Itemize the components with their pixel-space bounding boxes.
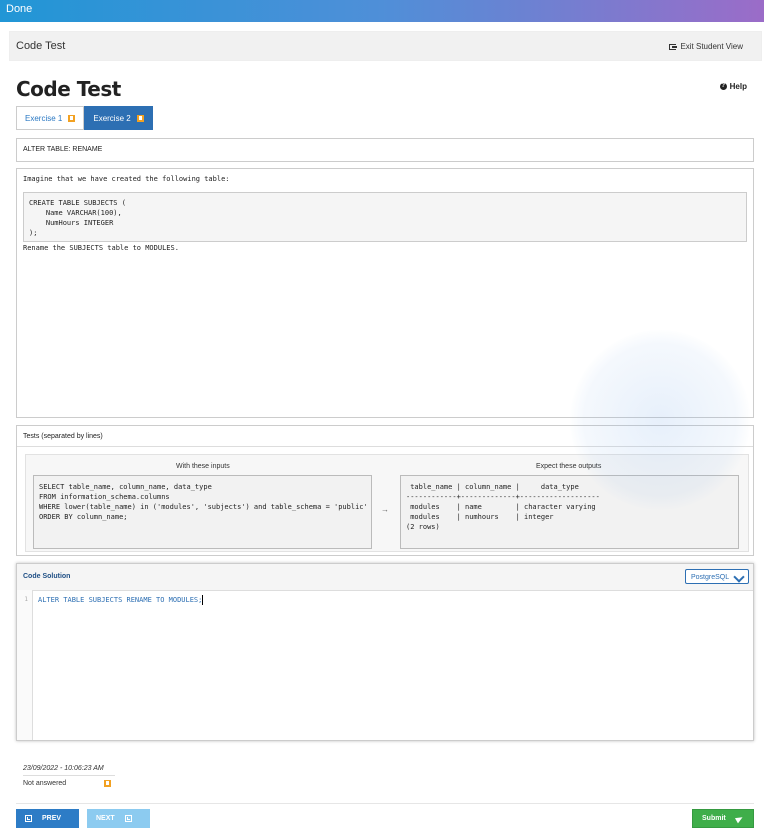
test-expected-output: table_name | column_name | data_type ---… [400, 475, 739, 549]
chevron-down-icon [733, 571, 745, 583]
sign-out-icon [669, 43, 678, 50]
next-button[interactable]: NEXT [87, 809, 150, 828]
question-circle-icon: ? [719, 83, 727, 90]
tests-header: Tests (separated by lines) [17, 426, 753, 447]
done-button[interactable]: Done [6, 3, 32, 15]
header-bar: Code Test Exit Student View [9, 31, 762, 61]
submit-label: Submit [702, 815, 726, 822]
answer-state-label: Not answered [23, 780, 67, 787]
arrow-left-square-icon [25, 815, 32, 822]
exercise-tabs: Exercise 1 Exercise 2 [16, 106, 153, 130]
tab-label: Exercise 2 [93, 113, 131, 123]
exercise-instruction: Rename the SUBJECTS table to MODULES. [23, 244, 179, 252]
exit-student-view-label: Exit Student View [680, 42, 743, 51]
arrow-right-icon: → [381, 505, 389, 514]
answer-state: Not answered [23, 780, 115, 787]
exercise-description: Imagine that we have created the followi… [16, 168, 754, 418]
code-solution-header: Code Solution PostgreSQL [17, 564, 753, 591]
header-title: Code Test [16, 40, 66, 52]
line-number: 1 [24, 596, 28, 603]
inputs-label: With these inputs [176, 463, 230, 470]
prev-button[interactable]: PREV [16, 809, 79, 828]
tab-exercise-1[interactable]: Exercise 1 [16, 106, 85, 130]
bookmark-icon[interactable] [104, 780, 112, 787]
prev-label: PREV [42, 815, 62, 822]
code-solution-panel: Code Solution PostgreSQL 1 ALTER TABLE S… [16, 563, 754, 741]
table-code-block: CREATE TABLE SUBJECTS ( Name VARCHAR(100… [23, 192, 747, 242]
help-label: Help [729, 82, 747, 91]
paper-plane-icon [734, 814, 744, 823]
footer-divider [16, 803, 754, 804]
submit-button[interactable]: Submit [692, 809, 754, 828]
next-label: NEXT [96, 815, 115, 822]
code-solution-label: Code Solution [23, 573, 71, 580]
arrow-right-square-icon [124, 815, 132, 822]
page-title: Code Test [16, 77, 121, 101]
language-value: PostgreSQL [691, 574, 730, 581]
exercise-intro: Imagine that we have created the followi… [23, 175, 230, 183]
submission-status: 23/09/2022 - 10:06:23 AM Not answered [23, 765, 115, 787]
tab-exercise-2[interactable]: Exercise 2 [84, 106, 153, 130]
tab-label: Exercise 1 [25, 113, 63, 123]
outputs-label: Expect these outputs [536, 463, 602, 470]
help-button[interactable]: ? Help [719, 82, 747, 91]
test-input: SELECT table_name, column_name, data_typ… [33, 475, 372, 549]
code-editor[interactable]: ALTER TABLE SUBJECTS RENAME TO MODULES; [38, 590, 753, 740]
line-gutter: 1 [17, 590, 33, 740]
bookmark-icon [68, 114, 76, 122]
exit-student-view-button[interactable]: Exit Student View [669, 42, 743, 51]
test-case: With these inputs Expect these outputs S… [25, 454, 749, 552]
bookmark-icon [136, 114, 144, 122]
exercise-subtitle: ALTER TABLE: RENAME [16, 138, 754, 162]
tests-panel: Tests (separated by lines) With these in… [16, 425, 754, 556]
timestamp: 23/09/2022 - 10:06:23 AM [23, 765, 115, 776]
text-cursor [202, 595, 204, 605]
language-select[interactable]: PostgreSQL [685, 569, 749, 584]
code-line: ALTER TABLE SUBJECTS RENAME TO MODULES; [38, 596, 203, 604]
top-bar: Done [0, 0, 764, 22]
